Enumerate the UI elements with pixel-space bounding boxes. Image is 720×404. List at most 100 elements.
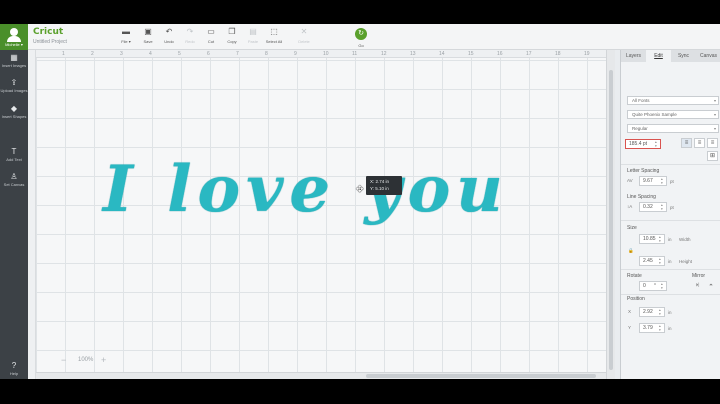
zoom-out-button[interactable]: − — [61, 355, 66, 365]
copy-label: Copy — [227, 39, 237, 44]
sidebar-item-add-text[interactable]: T Add Text — [0, 147, 28, 162]
sidebar-item-label: Upload Images — [0, 88, 28, 93]
sidebar-item-insert-images[interactable]: ▦ Insert Images — [0, 53, 28, 68]
tooltip-y: Y: 5.10 in — [370, 186, 389, 191]
height-unit: in — [668, 259, 672, 264]
align-center-button[interactable]: ≡ — [694, 138, 705, 148]
align-left-icon: ≡ — [684, 140, 689, 146]
ruler-number: 6 — [207, 51, 210, 57]
position-x-label: X — [628, 309, 632, 314]
flip-vertical-icon[interactable]: ⏶ — [709, 282, 713, 287]
font-filter-select[interactable]: All Fonts ▾ — [627, 96, 719, 105]
sidebar-item-insert-shapes[interactable]: ◆ Insert Shapes — [0, 104, 28, 119]
go-icon: ↻ — [358, 30, 364, 37]
help-icon: ? — [11, 361, 17, 370]
align-left-button[interactable]: ≡ — [681, 138, 692, 148]
image-icon: ▦ — [10, 53, 18, 62]
letter-spacing-unit: pt — [670, 179, 674, 184]
line-spacing-field[interactable]: 0.32 ▴ ▾ — [639, 202, 667, 212]
tab-sync[interactable]: Sync — [671, 50, 696, 62]
undo-icon: ↶ — [165, 27, 173, 36]
save-button[interactable]: ▣ Save — [137, 27, 159, 44]
left-sidebar: ▦ Insert Images ⇪ Upload Images ◆ Insert… — [0, 50, 28, 379]
sidebar-item-label: Insert Images — [1, 63, 27, 68]
zoom-level: 100% — [78, 357, 94, 363]
vertical-scroll-thumb[interactable] — [609, 70, 613, 370]
delete-label: Delete — [298, 39, 310, 44]
line-spacing-label: Line Spacing — [627, 194, 656, 200]
stepper-icon: ▴ ▾ — [659, 308, 661, 316]
position-y-label: Y — [628, 325, 632, 330]
shirt-icon: ♙ — [10, 172, 18, 181]
file-button[interactable]: ▬ File ▾ — [115, 27, 137, 44]
text-options-button[interactable]: ⊞ — [707, 151, 718, 161]
sidebar-item-upload-images[interactable]: ⇪ Upload Images — [0, 78, 28, 93]
ruler-number: 18 — [555, 51, 561, 57]
ruler-number: 3 — [120, 51, 123, 57]
flip-horizontal-icon[interactable]: ⏵| — [696, 282, 699, 287]
redo-button[interactable]: ↷ Redo — [179, 27, 201, 44]
sidebar-item-set-canvas[interactable]: ♙ Set Canvas — [0, 172, 28, 187]
ruler-number: 9 — [294, 51, 297, 57]
font-style-select[interactable]: Regular ▾ — [627, 124, 719, 133]
horizontal-scrollbar[interactable] — [36, 372, 606, 379]
project-name[interactable]: Untitled Project — [33, 39, 67, 45]
horizontal-scroll-thumb[interactable] — [366, 374, 596, 378]
lock-icon[interactable]: 🔒 — [628, 248, 634, 254]
stepper-icon: ▴ ▾ — [655, 140, 657, 148]
upload-icon: ⇪ — [10, 78, 18, 87]
rotate-value: 0 — [643, 283, 646, 289]
divider — [621, 220, 720, 221]
go-button[interactable]: ↻ — [355, 28, 367, 40]
ruler-number: 13 — [410, 51, 416, 57]
ruler-number: 4 — [149, 51, 152, 57]
position-y-value: 3.79 — [643, 325, 653, 331]
letter-spacing-label: Letter Spacing — [627, 168, 660, 174]
chevron-down-icon: ▾ — [713, 98, 716, 103]
font-size-field[interactable]: 185.4 pt ▴ ▾ — [625, 139, 661, 149]
ruler-number: 15 — [468, 51, 474, 57]
vertical-scrollbar[interactable] — [606, 50, 615, 379]
undo-button[interactable]: ↶ Undo — [158, 27, 180, 44]
delete-button[interactable]: ✕ Delete — [293, 27, 315, 44]
move-cursor-icon: ✥ — [356, 184, 364, 194]
paste-button[interactable]: ▤ Paste — [242, 27, 264, 44]
size-label: Size — [627, 225, 637, 231]
select-all-button[interactable]: ⬚ Select All — [263, 27, 285, 44]
copy-button[interactable]: ❐ Copy — [221, 27, 243, 44]
font-style-value: Regular — [632, 126, 648, 131]
sidebar-item-help[interactable]: ? Help — [0, 361, 28, 376]
cut-button[interactable]: ▭ Cut — [200, 27, 222, 44]
position-x-field[interactable]: 2.92 ▴ ▾ — [639, 307, 665, 317]
chevron-down-icon: ▾ — [713, 126, 716, 131]
font-filter-value: All Fonts — [632, 98, 650, 103]
cricut-logo: Cricut — [33, 27, 64, 37]
position-label: Position — [627, 296, 645, 302]
ruler-number: 14 — [439, 51, 445, 57]
letter-spacing-field[interactable]: 9.67 ▴ ▾ — [639, 176, 667, 186]
edit-panel: Layers Edit Sync Canvas All Fonts ▾ Quit… — [620, 50, 720, 379]
select-all-label: Select All — [265, 39, 283, 44]
tab-edit[interactable]: Edit — [646, 50, 671, 62]
rotate-label: Rotate — [627, 273, 642, 279]
font-name-value: Quite Phoenix Sample — [632, 112, 677, 117]
ruler-number: 8 — [265, 51, 268, 57]
width-field[interactable]: 10.85 ▴ ▾ — [639, 234, 665, 244]
profile-menu-button[interactable]: Michelle ▾ — [0, 24, 28, 50]
ruler-number: 1 — [62, 51, 65, 57]
position-y-field[interactable]: 3.79 ▴ ▾ — [639, 323, 665, 333]
sidebar-item-label: Set Canvas — [3, 182, 25, 187]
zoom-in-button[interactable]: + — [101, 355, 106, 365]
canvas-text-layer[interactable]: I love you — [103, 152, 509, 227]
rotate-field[interactable]: 0 ° ▴ ▾ — [639, 281, 667, 291]
height-value: 2.45 — [643, 258, 653, 264]
font-select[interactable]: Quite Phoenix Sample ▾ — [627, 110, 719, 119]
tab-layers[interactable]: Layers — [621, 50, 646, 62]
tab-canvas[interactable]: Canvas — [696, 50, 720, 62]
align-right-button[interactable]: ≡ — [707, 138, 718, 148]
file-label: File ▾ — [121, 39, 131, 44]
height-field[interactable]: 2.45 ▴ ▾ — [639, 256, 665, 266]
stepper-icon: ▴ ▾ — [661, 282, 663, 290]
stepper-icon: ▴ ▾ — [661, 177, 663, 185]
ruler-number: 12 — [381, 51, 387, 57]
